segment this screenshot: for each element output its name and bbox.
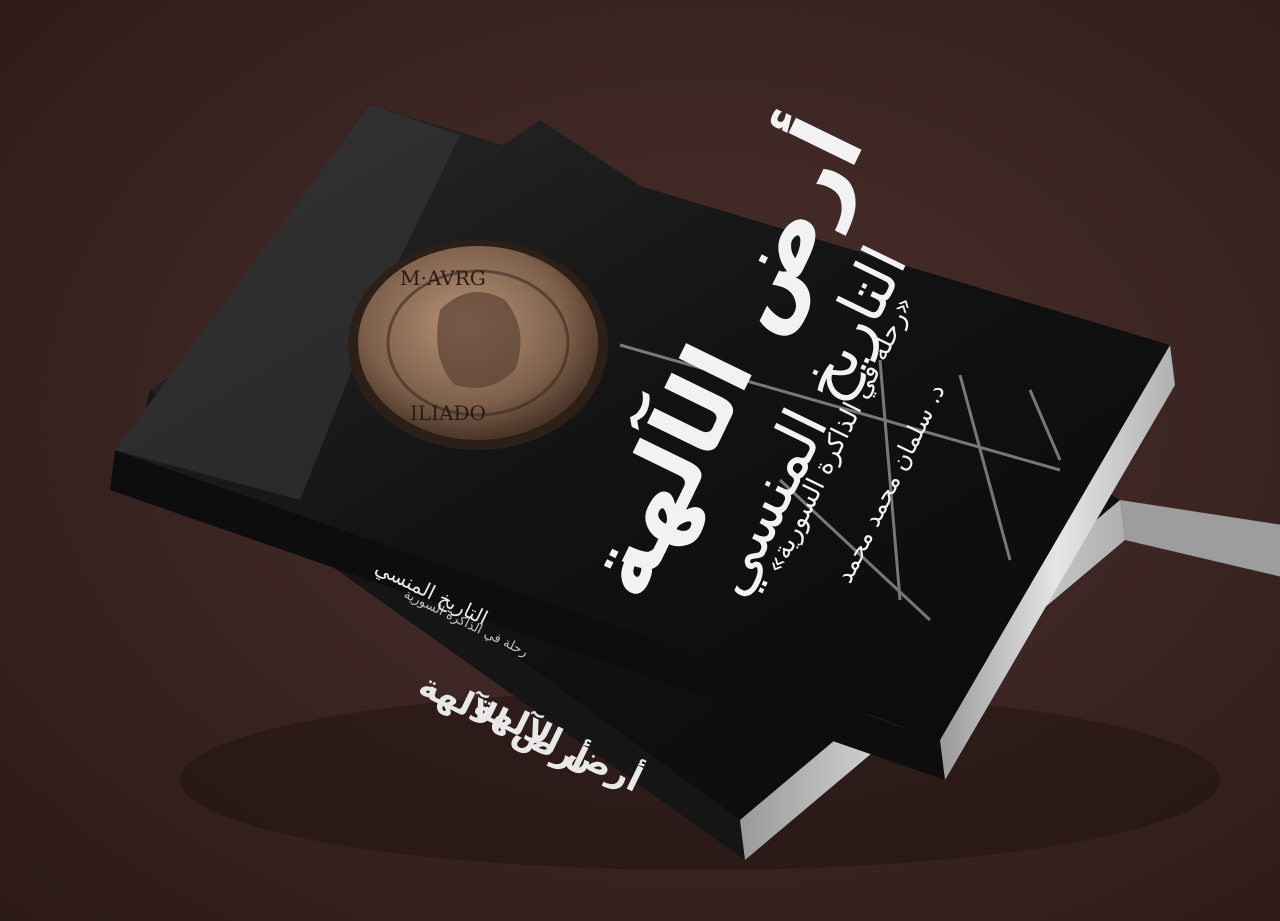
product-mockup-scene: M·AVRG ILIADO أرض الآلهة التاريخ المنسي … — [0, 0, 1280, 921]
coin-legend-bottom: ILIADO — [410, 401, 486, 425]
coin-image: M·AVRG ILIADO — [348, 240, 608, 450]
coin-legend-top: M·AVRG — [400, 266, 486, 290]
